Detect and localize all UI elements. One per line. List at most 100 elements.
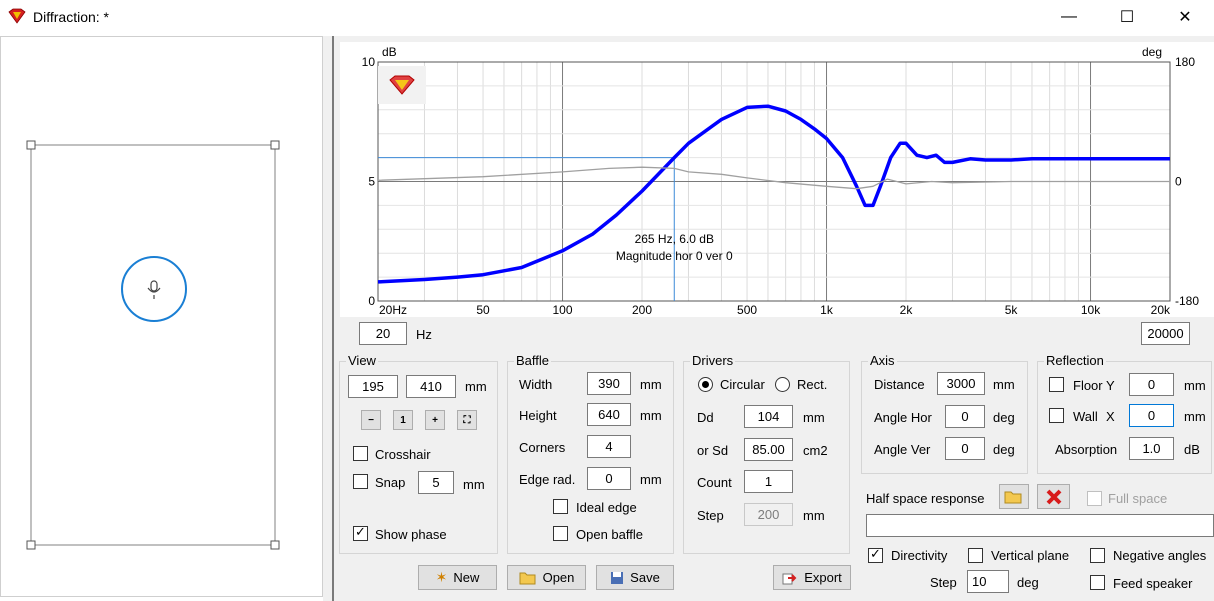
folder-icon bbox=[519, 572, 536, 584]
full-space-label: Full space bbox=[1108, 491, 1168, 506]
window-title: Diffraction: * bbox=[33, 9, 109, 25]
feed-speaker-label: Feed speaker bbox=[1113, 576, 1193, 591]
floor-input[interactable]: 0 bbox=[1129, 373, 1174, 396]
x-tick-label: 100 bbox=[553, 303, 573, 317]
zoom-in-icon[interactable]: + bbox=[425, 410, 445, 430]
x-tick-label: 50 bbox=[476, 303, 490, 317]
wall-input[interactable]: 0 bbox=[1129, 404, 1174, 427]
circular-radio[interactable] bbox=[698, 377, 713, 392]
new-button[interactable]: ✶ New bbox=[418, 565, 497, 590]
resize-handle-br bbox=[270, 540, 280, 550]
wall-unit: mm bbox=[1184, 409, 1206, 424]
dd-label: Dd bbox=[697, 410, 714, 425]
y-right-tick-label: -180 bbox=[1175, 294, 1199, 308]
view-group-title: View bbox=[346, 353, 378, 368]
crosshair-checkbox[interactable] bbox=[353, 446, 368, 461]
maximize-button[interactable]: ☐ bbox=[1098, 0, 1156, 34]
sd-label: or Sd bbox=[697, 443, 729, 458]
frequency-chart[interactable]: 265 Hz, 6.0 dB Magnitude hor 0 ver 0 dB deg… bbox=[340, 42, 1214, 317]
vertical-plane-label: Vertical plane bbox=[991, 548, 1070, 563]
count-input[interactable]: 1 bbox=[744, 470, 793, 493]
distance-input[interactable]: 3000 bbox=[937, 372, 985, 395]
title-bar: Diffraction: * — ☐ ✕ bbox=[0, 0, 1214, 34]
cursor-label-series: Magnitude hor 0 ver 0 bbox=[616, 249, 733, 263]
ideal-edge-checkbox[interactable] bbox=[553, 499, 568, 514]
step-label: Step bbox=[697, 508, 724, 523]
rect-label: Rect. bbox=[797, 377, 828, 392]
edge-radius-input[interactable]: 0 bbox=[587, 467, 631, 490]
fullscreen-icon[interactable]: ⛶ bbox=[457, 410, 477, 430]
x-tick-label: 20Hz bbox=[379, 303, 407, 317]
open-baffle-checkbox[interactable] bbox=[553, 526, 568, 541]
half-space-path-input[interactable] bbox=[866, 514, 1214, 537]
baffle-height-input[interactable]: 640 bbox=[587, 403, 631, 426]
open-folder-button[interactable] bbox=[999, 484, 1029, 509]
absorption-label: Absorption bbox=[1055, 442, 1118, 457]
resize-handle-bl bbox=[26, 540, 36, 550]
ideal-edge-label: Ideal edge bbox=[576, 500, 637, 515]
chart-logo bbox=[378, 66, 426, 104]
zoom-fit-icon[interactable]: 1 bbox=[393, 410, 413, 430]
floor-checkbox[interactable] bbox=[1049, 377, 1064, 392]
directivity-step-input[interactable]: 10 bbox=[967, 570, 1009, 593]
axis-group-title: Axis bbox=[868, 353, 897, 368]
show-phase-checkbox[interactable]: ✓ bbox=[353, 524, 368, 541]
dd-input[interactable]: 104 bbox=[744, 405, 793, 428]
directivity-checkbox[interactable]: ✓ bbox=[868, 546, 883, 563]
x-tick-label: 20k bbox=[1151, 303, 1171, 317]
sd-input[interactable]: 85.00 bbox=[744, 438, 793, 461]
max-frequency-input[interactable]: 20000 bbox=[1141, 322, 1190, 345]
edge-radius-label: Edge rad. bbox=[519, 472, 576, 487]
y-right-tick-label: 0 bbox=[1175, 175, 1182, 189]
check-icon: ✓ bbox=[870, 546, 881, 561]
snap-input[interactable]: 5 bbox=[418, 471, 454, 494]
diamond-logo-icon bbox=[389, 75, 415, 95]
snap-label: Snap bbox=[375, 475, 406, 490]
directivity-step-label: Step bbox=[930, 575, 957, 590]
corners-label: Corners bbox=[519, 440, 566, 455]
baffle-drawing[interactable] bbox=[1, 37, 324, 598]
angle-ver-input[interactable]: 0 bbox=[945, 437, 985, 460]
view-width-input[interactable]: 195 bbox=[348, 375, 398, 398]
driver-step-unit: mm bbox=[803, 508, 825, 523]
view-unit: mm bbox=[465, 379, 487, 394]
magnitude-series-line bbox=[377, 104, 1170, 284]
negative-angles-label: Negative angles bbox=[1113, 548, 1207, 563]
clear-button[interactable] bbox=[1037, 484, 1070, 509]
phase-series-line bbox=[377, 166, 1170, 190]
snap-checkbox[interactable] bbox=[353, 474, 368, 489]
feed-speaker-checkbox[interactable] bbox=[1090, 575, 1105, 590]
corners-input[interactable]: 4 bbox=[587, 435, 631, 458]
zoom-out-icon[interactable]: − bbox=[361, 410, 381, 430]
directivity-label: Directivity bbox=[891, 548, 948, 563]
distance-label: Distance bbox=[874, 377, 925, 392]
minimize-button[interactable]: — bbox=[1040, 0, 1098, 34]
chart-svg[interactable]: 265 Hz, 6.0 dB Magnitude hor 0 ver 0 dB deg… bbox=[340, 42, 1214, 317]
view-height-input[interactable]: 410 bbox=[406, 375, 456, 398]
angle-hor-input[interactable]: 0 bbox=[945, 405, 985, 428]
wall-checkbox[interactable] bbox=[1049, 408, 1064, 423]
export-button[interactable]: Export bbox=[773, 565, 851, 590]
negative-angles-checkbox[interactable] bbox=[1090, 548, 1105, 563]
sd-unit: cm2 bbox=[803, 443, 828, 458]
baffle-width-unit: mm bbox=[640, 377, 662, 392]
save-button[interactable]: Save bbox=[596, 565, 674, 590]
check-icon: ✓ bbox=[355, 524, 366, 539]
min-frequency-input[interactable]: 20 bbox=[359, 322, 407, 345]
floor-unit: mm bbox=[1184, 378, 1206, 393]
x-tick-label: 500 bbox=[737, 303, 757, 317]
absorption-input[interactable]: 1.0 bbox=[1129, 437, 1174, 460]
half-space-label: Half space response bbox=[866, 491, 985, 506]
y-right-tick-label: 180 bbox=[1175, 55, 1195, 69]
baffle-width-input[interactable]: 390 bbox=[587, 372, 631, 395]
snap-unit: mm bbox=[463, 477, 485, 492]
open-button[interactable]: Open bbox=[507, 565, 586, 590]
vertical-plane-checkbox[interactable] bbox=[968, 548, 983, 563]
min-frequency-unit: Hz bbox=[416, 327, 432, 342]
dd-unit: mm bbox=[803, 410, 825, 425]
close-button[interactable]: ✕ bbox=[1156, 0, 1214, 34]
crosshair-label: Crosshair bbox=[375, 447, 431, 462]
rect-radio[interactable] bbox=[775, 377, 790, 392]
baffle-view[interactable] bbox=[0, 36, 323, 597]
drivers-group-title: Drivers bbox=[690, 353, 736, 368]
